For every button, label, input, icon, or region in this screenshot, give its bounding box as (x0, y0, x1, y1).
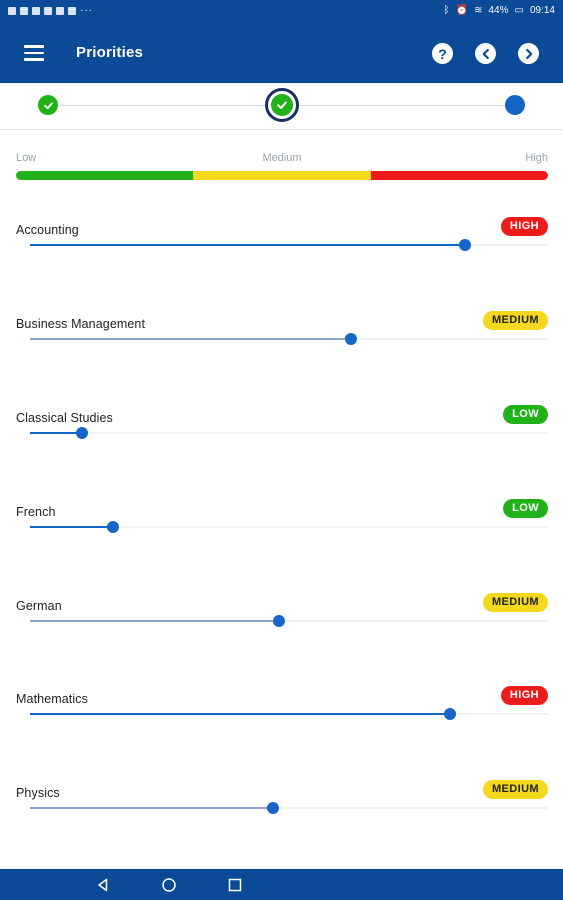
subject-name: French (16, 505, 56, 519)
recents-icon[interactable] (227, 877, 243, 893)
back-icon[interactable] (95, 877, 111, 893)
subject-row-accounting: Accounting HIGH (16, 217, 548, 263)
notification-icon (32, 6, 40, 15)
priority-badge: LOW (503, 499, 548, 518)
legend-high-label: High (525, 152, 548, 164)
menu-icon[interactable] (24, 45, 44, 61)
home-icon[interactable] (161, 877, 177, 893)
subject-row-classical-studies: Classical Studies LOW (16, 405, 548, 451)
priority-badge: MEDIUM (482, 311, 548, 330)
slider-thumb[interactable] (267, 802, 280, 814)
priority-badge: HIGH (500, 686, 548, 705)
subject-name: Mathematics (16, 692, 88, 706)
slider-thumb[interactable] (272, 615, 285, 627)
page-title: Priorities (76, 44, 144, 61)
wifi-icon: ≋ (474, 5, 483, 16)
legend-medium-label: Medium (262, 152, 302, 164)
priority-slider[interactable] (30, 333, 548, 345)
clock: 09:14 (529, 5, 555, 16)
priority-badge: MEDIUM (482, 780, 548, 799)
notification-icon (20, 6, 28, 15)
subject-name: Business Management (16, 317, 146, 331)
app-bar: Priorities ? (0, 24, 563, 83)
subject-row-business-management: Business Management MEDIUM (16, 311, 548, 357)
subject-row-french: French LOW (16, 499, 548, 545)
system-icons: ᛒ ⏰ ≋ 44% ▭ 09:14 (444, 5, 555, 16)
slider-thumb[interactable] (459, 239, 472, 251)
bluetooth-icon: ᛒ (443, 5, 450, 16)
priority-legend: Low Medium High (16, 152, 548, 166)
priority-badge: LOW (503, 405, 548, 424)
priority-slider[interactable] (30, 708, 548, 720)
subject-row-physics: Physics MEDIUM (16, 780, 548, 826)
slider-thumb[interactable] (75, 427, 88, 439)
notification-icon (44, 6, 52, 15)
subject-name: Classical Studies (16, 411, 113, 425)
step-3-upcoming[interactable] (505, 95, 525, 115)
step-2-current[interactable] (265, 88, 299, 122)
notification-icon (68, 6, 76, 15)
legend-low-label: Low (16, 152, 37, 164)
priority-slider[interactable] (30, 802, 548, 814)
notification-icon (8, 6, 16, 15)
priority-slider[interactable] (30, 615, 548, 627)
notification-icons: ··· (8, 5, 93, 16)
more-notifications-icon: ··· (80, 5, 93, 16)
priority-slider[interactable] (30, 427, 548, 439)
priority-badge: HIGH (500, 217, 548, 236)
checkmark-icon (43, 101, 53, 109)
priority-slider[interactable] (30, 239, 548, 251)
alarm-icon: ⏰ (455, 5, 469, 16)
scale-low-segment (16, 171, 194, 180)
notification-icon (56, 6, 64, 15)
priority-badge: MEDIUM (482, 593, 548, 612)
chevron-right-icon[interactable] (518, 43, 539, 64)
scale-medium-segment (193, 171, 371, 180)
battery-icon: ▭ (514, 5, 524, 16)
priority-slider[interactable] (30, 521, 548, 533)
priority-scale-bar (16, 171, 548, 180)
subject-row-german: German MEDIUM (16, 593, 548, 639)
slider-thumb[interactable] (106, 521, 119, 533)
slider-thumb[interactable] (443, 708, 456, 720)
subject-row-mathematics: Mathematics HIGH (16, 686, 548, 732)
battery-percent: 44% (488, 5, 509, 16)
subject-name: Accounting (16, 223, 79, 237)
status-bar: ··· ᛒ ⏰ ≋ 44% ▭ 09:14 (0, 0, 563, 24)
help-icon[interactable]: ? (432, 43, 453, 64)
subject-name: Physics (16, 786, 60, 800)
slider-thumb[interactable] (345, 333, 358, 345)
checkmark-icon (277, 101, 287, 109)
system-nav-bar (0, 869, 563, 900)
scale-high-segment (370, 171, 548, 180)
chevron-left-icon[interactable] (475, 43, 496, 64)
progress-stepper (0, 83, 563, 130)
step-1-complete[interactable] (38, 95, 58, 115)
subject-name: German (16, 599, 62, 613)
